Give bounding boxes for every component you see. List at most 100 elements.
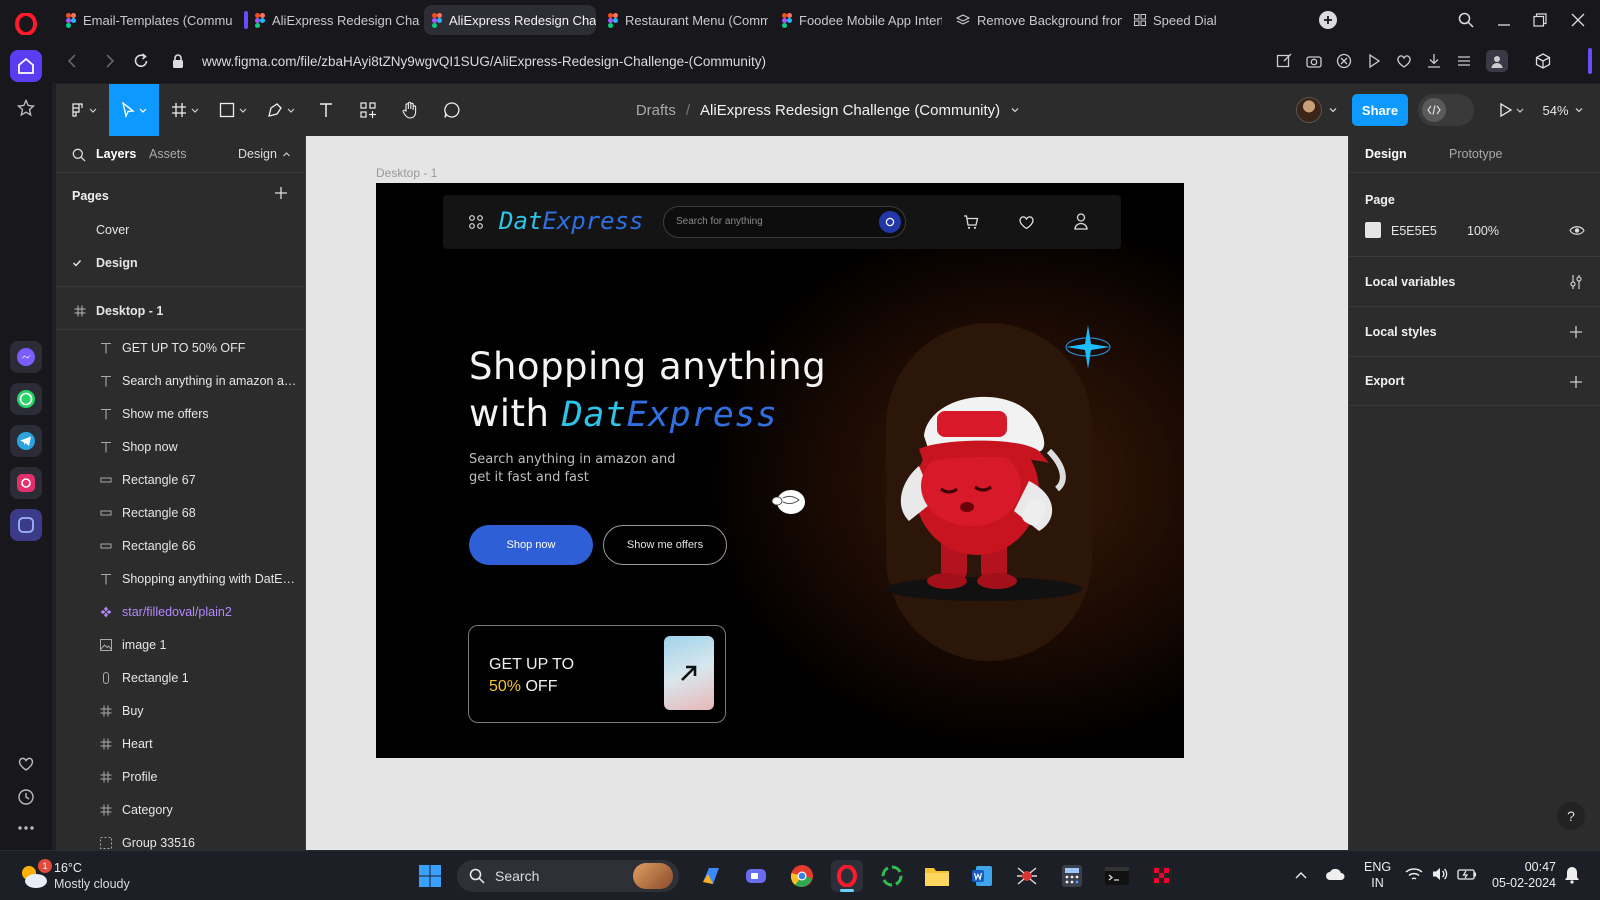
pen-tool-button[interactable]	[259, 84, 305, 136]
system-tray[interactable]	[1405, 866, 1477, 882]
present-button[interactable]	[1492, 84, 1532, 136]
restore-button[interactable]	[1528, 8, 1552, 32]
back-button[interactable]	[64, 52, 82, 70]
taskbar-copilot[interactable]	[695, 860, 727, 892]
layer-item[interactable]: Buy	[56, 694, 305, 727]
export-section[interactable]: Export	[1349, 356, 1600, 406]
layer-item[interactable]: Search anything in amazon an...	[56, 364, 305, 397]
layer-item[interactable]: Shopping anything with DatEx...	[56, 562, 305, 595]
main-menu-button[interactable]	[62, 84, 106, 136]
eye-icon[interactable]	[1569, 225, 1585, 236]
new-tab-button[interactable]	[1316, 8, 1340, 32]
aria-icon[interactable]	[10, 509, 42, 541]
profile-icon[interactable]	[1074, 213, 1088, 230]
heart-icon[interactable]	[1396, 53, 1412, 69]
page-switcher[interactable]: Design	[238, 147, 291, 161]
layer-item[interactable]: Group 33516	[56, 826, 305, 850]
frame-tool-button[interactable]	[163, 84, 209, 136]
promo-card[interactable]: GET UP TO 50% OFF	[468, 625, 726, 723]
page-item-design[interactable]: Design	[56, 246, 305, 279]
messenger-icon[interactable]	[10, 341, 42, 373]
shop-now-button[interactable]: Shop now	[469, 525, 593, 565]
frame-label[interactable]: Desktop - 1	[376, 166, 437, 180]
layer-item[interactable]: Profile	[56, 760, 305, 793]
reload-button[interactable]	[132, 52, 150, 70]
layer-item[interactable]: GET UP TO 50% OFF	[56, 331, 305, 364]
page-opacity-value[interactable]: 100%	[1467, 224, 1499, 238]
camera-icon[interactable]	[1306, 53, 1322, 69]
tab-speed-dial[interactable]: Speed Dial	[1126, 5, 1236, 35]
layer-item[interactable]: Heart	[56, 727, 305, 760]
sidebar-toggle[interactable]	[1588, 48, 1592, 74]
tab-layers[interactable]: Layers	[96, 147, 136, 161]
instagram-icon[interactable]	[10, 467, 42, 499]
tab-aliexpress-1[interactable]: AliExpress Redesign Challe	[236, 5, 420, 35]
hand-tool-button[interactable]	[390, 84, 430, 136]
adblock-icon[interactable]	[1336, 53, 1352, 69]
mascot-image[interactable]	[879, 371, 1089, 603]
taskbar-file-explorer[interactable]	[921, 860, 953, 892]
category-icon[interactable]	[469, 215, 483, 229]
move-tool-button[interactable]	[109, 84, 159, 136]
close-window-button[interactable]	[1566, 8, 1590, 32]
download-icon[interactable]	[1426, 53, 1442, 69]
page-color-value[interactable]: E5E5E5	[1391, 224, 1437, 238]
file-name[interactable]: AliExpress Redesign Challenge (Community…	[700, 102, 1000, 119]
cube-icon[interactable]	[1534, 52, 1552, 70]
weather-widget[interactable]: 1 16°C Mostly cloudy	[16, 859, 166, 895]
taskbar-word[interactable]	[966, 860, 998, 892]
history-icon[interactable]	[10, 781, 42, 813]
plus-icon[interactable]	[1569, 325, 1583, 339]
whatsapp-icon[interactable]	[10, 383, 42, 415]
search-layers-button[interactable]	[72, 148, 86, 162]
heart-icon[interactable]	[1018, 214, 1035, 230]
local-styles-section[interactable]: Local styles	[1349, 306, 1600, 356]
layer-item[interactable]: Show me offers	[56, 397, 305, 430]
page-color-swatch[interactable]	[1365, 222, 1381, 238]
dev-mode-toggle[interactable]	[1418, 94, 1474, 126]
clock[interactable]: 00:47 05-02-2024	[1484, 859, 1556, 891]
site-search-button[interactable]	[879, 211, 901, 233]
tab-restaurant-menu[interactable]: Restaurant Menu (Commu	[600, 5, 768, 35]
forward-button[interactable]	[100, 52, 118, 70]
tab-design[interactable]: Design	[1365, 147, 1407, 161]
minimize-button[interactable]	[1492, 8, 1516, 32]
layer-item[interactable]: Rectangle 66	[56, 529, 305, 562]
chevron-up-icon[interactable]	[1294, 870, 1308, 880]
chevron-down-icon[interactable]	[1010, 105, 1020, 115]
edit-icon[interactable]	[1276, 53, 1292, 69]
play-icon[interactable]	[1366, 53, 1382, 69]
local-variables-section[interactable]: Local variables	[1349, 256, 1600, 306]
sparkle-star-icon[interactable]	[1064, 323, 1112, 371]
taskbar-search[interactable]: Search	[457, 860, 679, 892]
onedrive-cloud-icon[interactable]	[1325, 867, 1345, 881]
text-tool-button[interactable]	[306, 84, 346, 136]
home-icon[interactable]	[10, 50, 42, 82]
taskbar-app-spider[interactable]	[1011, 860, 1043, 892]
notification-bell-icon[interactable]	[1564, 866, 1580, 884]
show-offers-button[interactable]: Show me offers	[603, 525, 727, 565]
desktop-frame[interactable]: DatExpress Search for anything Shopping …	[376, 183, 1184, 758]
profile-icon[interactable]	[1486, 50, 1508, 72]
taskbar-opera[interactable]	[831, 860, 863, 892]
plus-icon[interactable]	[1569, 375, 1583, 389]
share-button[interactable]: Share	[1352, 94, 1408, 126]
resources-button[interactable]	[348, 84, 388, 136]
taskbar-meet[interactable]	[740, 860, 772, 892]
layer-item[interactable]: Rectangle 68	[56, 496, 305, 529]
taskbar-snipping[interactable]	[1146, 860, 1178, 892]
layer-frame-desktop-1[interactable]: Desktop - 1	[56, 294, 305, 327]
help-button[interactable]: ?	[1557, 802, 1585, 830]
url-field[interactable]: www.figma.com/file/zbaHAyi8tZNy9wgvQI1SU…	[202, 40, 766, 83]
site-logo[interactable]: DatExpress	[499, 207, 644, 235]
taskbar-sync-app[interactable]	[876, 860, 908, 892]
taskbar-chrome[interactable]	[786, 860, 818, 892]
tab-aliexpress-active[interactable]: AliExpress Redesign Challe	[424, 5, 596, 35]
layer-item[interactable]: Rectangle 67	[56, 463, 305, 496]
layer-item[interactable]: image 1	[56, 628, 305, 661]
add-page-button[interactable]	[274, 186, 288, 200]
site-search-bar[interactable]: Search for anything	[663, 206, 906, 238]
comment-tool-button[interactable]	[432, 84, 472, 136]
layer-item[interactable]: star/filledoval/plain2	[56, 595, 305, 628]
lock-icon[interactable]	[172, 54, 184, 69]
